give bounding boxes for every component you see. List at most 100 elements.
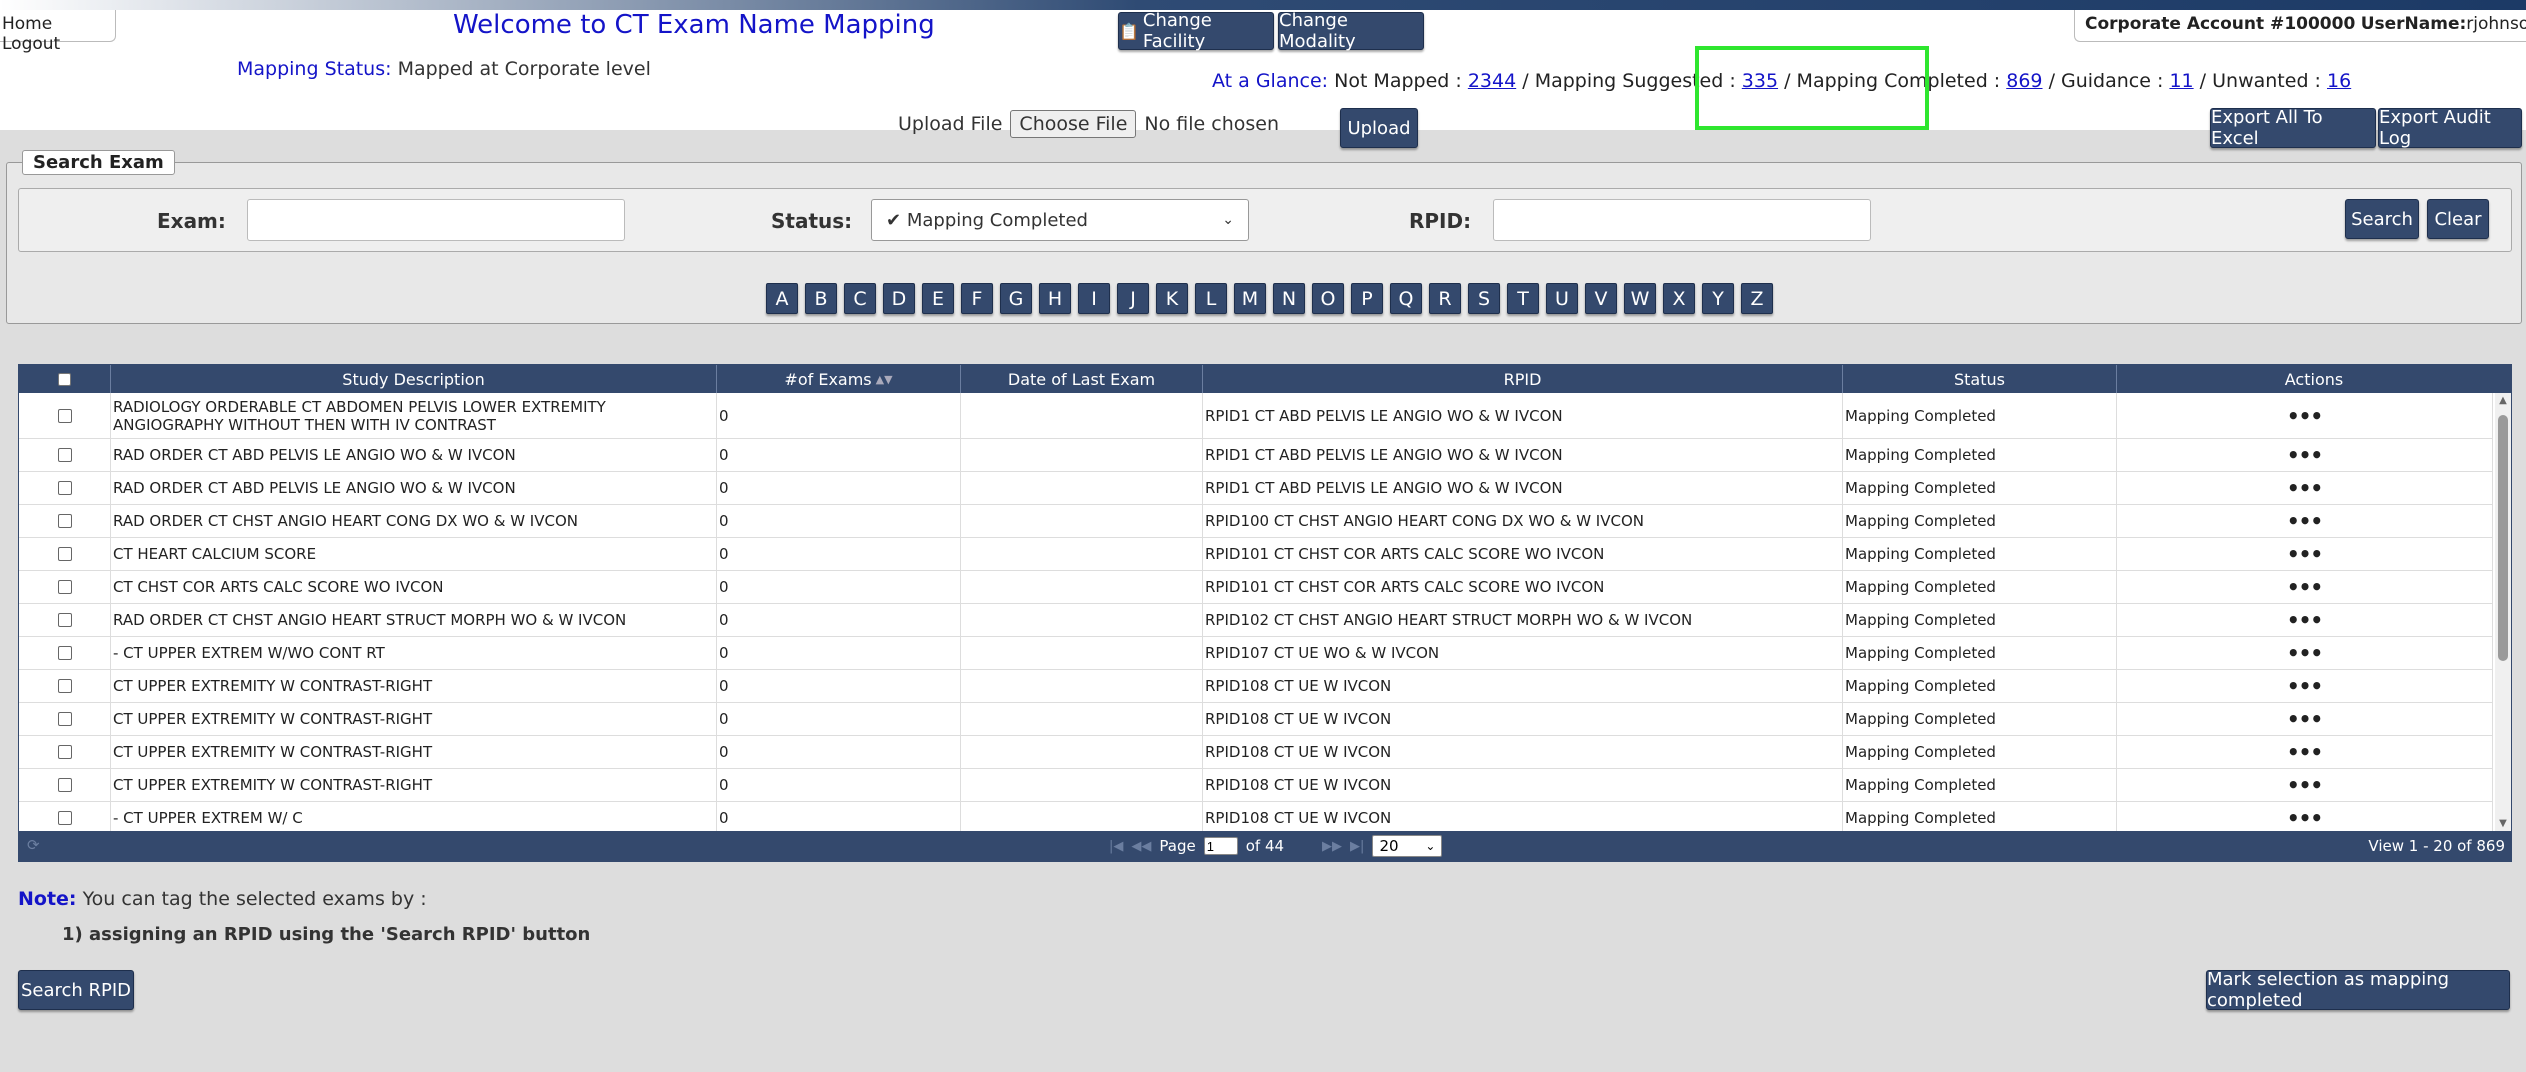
- table-row[interactable]: RAD ORDER CT CHST ANGIO HEART CONG DX WO…: [19, 505, 2493, 538]
- actions-menu-icon[interactable]: •••: [2117, 393, 2493, 438]
- letter-t-button[interactable]: T: [1507, 283, 1539, 314]
- exam-input[interactable]: [247, 199, 625, 241]
- letter-i-button[interactable]: I: [1078, 283, 1110, 314]
- first-page-icon[interactable]: |◀: [1109, 839, 1123, 854]
- mark-completed-button[interactable]: Mark selection as mapping completed: [2206, 969, 2510, 1011]
- search-button[interactable]: Search: [2345, 199, 2419, 239]
- refresh-icon[interactable]: ⟳: [27, 836, 40, 854]
- row-checkbox[interactable]: [57, 679, 72, 693]
- unwanted-count[interactable]: 16: [2327, 70, 2351, 92]
- letter-s-button[interactable]: S: [1468, 283, 1500, 314]
- letter-e-button[interactable]: E: [922, 283, 954, 314]
- search-rpid-button[interactable]: Search RPID: [18, 970, 134, 1010]
- actions-menu-icon[interactable]: •••: [2117, 637, 2493, 669]
- row-checkbox[interactable]: [57, 745, 72, 759]
- guidance-count[interactable]: 11: [2169, 70, 2193, 92]
- not-mapped-count[interactable]: 2344: [1468, 70, 1516, 92]
- header-study-description[interactable]: Study Description: [111, 365, 717, 393]
- row-checkbox[interactable]: [57, 811, 72, 825]
- table-row[interactable]: CT CHST COR ARTS CALC SCORE WO IVCON 0 RPI…: [19, 571, 2493, 604]
- letter-o-button[interactable]: O: [1312, 283, 1344, 314]
- letter-g-button[interactable]: G: [1000, 283, 1032, 314]
- last-page-icon[interactable]: ▶|: [1350, 839, 1364, 854]
- actions-menu-icon[interactable]: •••: [2117, 538, 2493, 570]
- rpid-input[interactable]: [1493, 199, 1871, 241]
- grid-scrollbar[interactable]: ▲ ▼: [2495, 393, 2511, 831]
- row-checkbox[interactable]: [57, 646, 72, 660]
- table-row[interactable]: RAD ORDER CT ABD PELVIS LE ANGIO WO & W …: [19, 472, 2493, 505]
- header-status[interactable]: Status: [1843, 365, 2117, 393]
- actions-menu-icon[interactable]: •••: [2117, 769, 2493, 801]
- actions-menu-icon[interactable]: •••: [2117, 736, 2493, 768]
- letter-f-button[interactable]: F: [961, 283, 993, 314]
- actions-menu-icon[interactable]: •••: [2117, 703, 2493, 735]
- letter-y-button[interactable]: Y: [1702, 283, 1734, 314]
- actions-menu-icon[interactable]: •••: [2117, 505, 2493, 537]
- next-page-icon[interactable]: ▶▶: [1322, 839, 1342, 854]
- letter-d-button[interactable]: D: [883, 283, 915, 314]
- row-checkbox[interactable]: [57, 580, 72, 594]
- letter-v-button[interactable]: V: [1585, 283, 1617, 314]
- row-checkbox[interactable]: [57, 481, 72, 495]
- letter-a-button[interactable]: A: [766, 283, 798, 314]
- row-checkbox[interactable]: [57, 613, 72, 627]
- table-row[interactable]: CT UPPER EXTREMITY W CONTRAST-RIGHT 0 RPID…: [19, 769, 2493, 802]
- letter-x-button[interactable]: X: [1663, 283, 1695, 314]
- row-checkbox[interactable]: [57, 408, 72, 423]
- letter-h-button[interactable]: H: [1039, 283, 1071, 314]
- page-input[interactable]: [1203, 837, 1238, 855]
- export-audit-button[interactable]: Export Audit Log: [2378, 107, 2522, 149]
- table-row[interactable]: RAD ORDER CT CHST ANGIO HEART STRUCT MOR…: [19, 604, 2493, 637]
- logout-link[interactable]: Logout: [2, 34, 60, 54]
- choose-file-button[interactable]: Choose File: [1010, 110, 1137, 138]
- row-checkbox[interactable]: [57, 514, 72, 528]
- actions-menu-icon[interactable]: •••: [2117, 472, 2493, 504]
- table-row[interactable]: RAD ORDER CT ABD PELVIS LE ANGIO WO & W …: [19, 439, 2493, 472]
- table-row[interactable]: CT HEART CALCIUM SCORE 0 RPID101 CT CHST C…: [19, 538, 2493, 571]
- upload-button[interactable]: Upload: [1340, 108, 1418, 148]
- row-checkbox[interactable]: [57, 712, 72, 726]
- letter-m-button[interactable]: M: [1234, 283, 1266, 314]
- table-row[interactable]: CT UPPER EXTREMITY W CONTRAST-RIGHT 0 RPID…: [19, 703, 2493, 736]
- page-size-select[interactable]: 20 ⌄: [1372, 835, 1443, 857]
- letter-u-button[interactable]: U: [1546, 283, 1578, 314]
- select-all-checkbox[interactable]: [58, 372, 71, 386]
- table-row[interactable]: CT UPPER EXTREMITY W CONTRAST-RIGHT 0 RPID…: [19, 736, 2493, 769]
- letter-c-button[interactable]: C: [844, 283, 876, 314]
- clear-button[interactable]: Clear: [2427, 199, 2489, 239]
- letter-z-button[interactable]: Z: [1741, 283, 1773, 314]
- table-row[interactable]: RADIOLOGY ORDERABLE CT ABDOMEN PELVIS LO…: [19, 393, 2493, 439]
- letter-j-button[interactable]: J: [1117, 283, 1149, 314]
- header-rpid[interactable]: RPID: [1203, 365, 1843, 393]
- change-modality-button[interactable]: Change Modality: [1278, 10, 1424, 52]
- actions-menu-icon[interactable]: •••: [2117, 604, 2493, 636]
- actions-menu-icon[interactable]: •••: [2117, 571, 2493, 603]
- actions-menu-icon[interactable]: •••: [2117, 802, 2493, 831]
- letter-n-button[interactable]: N: [1273, 283, 1305, 314]
- prev-page-icon[interactable]: ◀◀: [1131, 839, 1151, 854]
- letter-r-button[interactable]: R: [1429, 283, 1461, 314]
- scroll-down-icon[interactable]: ▼: [2497, 818, 2509, 829]
- actions-menu-icon[interactable]: •••: [2117, 439, 2493, 471]
- row-checkbox[interactable]: [57, 778, 72, 792]
- export-excel-button[interactable]: Export All To Excel: [2210, 107, 2376, 149]
- letter-w-button[interactable]: W: [1624, 283, 1656, 314]
- letter-p-button[interactable]: P: [1351, 283, 1383, 314]
- actions-menu-icon[interactable]: •••: [2117, 670, 2493, 702]
- letter-b-button[interactable]: B: [805, 283, 837, 314]
- completed-count[interactable]: 869: [2006, 70, 2042, 92]
- letter-k-button[interactable]: K: [1156, 283, 1188, 314]
- header-date-last-exam[interactable]: Date of Last Exam: [961, 365, 1203, 393]
- row-checkbox[interactable]: [57, 448, 72, 462]
- row-checkbox[interactable]: [57, 547, 72, 561]
- scroll-thumb[interactable]: [2498, 415, 2508, 661]
- table-row[interactable]: - CT UPPER EXTREM W/ C 0 RPID108 CT UE W I…: [19, 802, 2493, 831]
- home-link[interactable]: Home: [2, 14, 52, 34]
- letter-l-button[interactable]: L: [1195, 283, 1227, 314]
- scroll-up-icon[interactable]: ▲: [2497, 395, 2509, 406]
- status-select[interactable]: ✔ Mapping Completed ⌄: [871, 199, 1249, 241]
- table-row[interactable]: - CT UPPER EXTREM W/WO CONT RT 0 RPID107 C…: [19, 637, 2493, 670]
- change-facility-button[interactable]: 📋 Change Facility: [1118, 10, 1274, 52]
- header-num-exams[interactable]: #of Exams ▲▼: [717, 365, 961, 393]
- table-row[interactable]: CT UPPER EXTREMITY W CONTRAST-RIGHT 0 RPID…: [19, 670, 2493, 703]
